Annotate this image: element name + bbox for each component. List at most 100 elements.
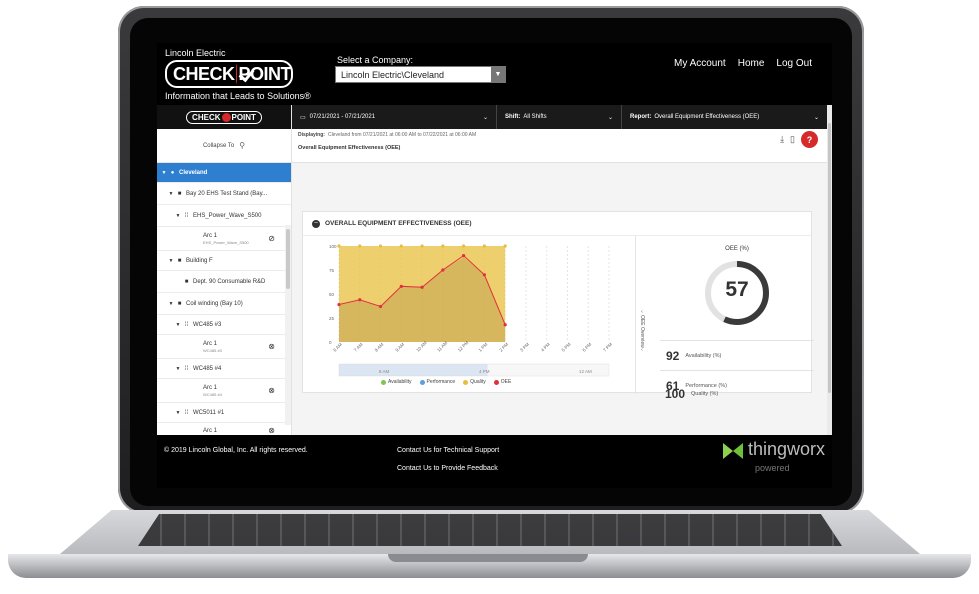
shift-value: All Shifts [523,114,547,120]
download-icon[interactable]: ⤓ [780,134,784,145]
tree-item-wc485-3[interactable]: ▼ ⁞⁞ WC485 #3 [157,315,291,335]
caret-down-icon[interactable]: ▼ [167,191,175,197]
report-select[interactable]: Report: Overall Equipment Effectiveness … [622,105,827,129]
chevron-down-icon: ⌄ [607,114,613,121]
shift-label: Shift: [505,114,521,120]
caret-down-icon[interactable]: ▼ [174,410,182,416]
help-icon[interactable]: ? [801,131,818,148]
chevron-down-icon[interactable]: ▼ [491,67,505,82]
copyright: © 2019 Lincoln Global, Inc. All rights r… [164,447,308,454]
tree-item-coil-winding[interactable]: ▼ ■ Coil winding (Bay 10) [157,293,291,315]
folder-icon: ■ [184,278,189,285]
tree-item-building-f[interactable]: ▼ ■ Building F [157,251,291,271]
tree-item-wc485-4[interactable]: ▼ ⁞⁞ WC485 #4 [157,359,291,379]
machine-icon: ⁞⁞ [184,365,189,372]
tree-item-wc5011-1[interactable]: ▼ ⁞⁞ WC5011 #1 [157,403,291,423]
bookmark-icon[interactable]: ▯ [790,134,795,145]
chevron-left-icon: ‹ [641,347,643,354]
sidebar: CHECK POINT Collapse To ⚲ ▼ ● Cleveland … [157,105,292,439]
x-tick-label: 4 PM [540,342,551,353]
laptop-notch [388,554,588,562]
tree-item-arc-1[interactable]: Arc 1 EHS_Power_Wave_S500 ⊘ [157,227,291,251]
sidebar-scroll-thumb[interactable] [286,229,290,289]
tree-label: Dept. 90 Consumable R&D [193,278,266,285]
x-tick-label: 7 PM [602,342,613,353]
location-tree: ▼ ● Cleveland ▼ ■ Bay 20 EHS Test Stand … [157,163,291,439]
company-label: Select a Company: [337,55,414,65]
tree-item-dept-90[interactable]: ■ Dept. 90 Consumable R&D [157,271,291,293]
calendar-icon: ▭ [300,114,306,121]
tree-sublabel: WC485 #4 [203,391,222,397]
main-scroll-thumb[interactable] [828,123,831,393]
top-nav: My Account Home Log Out [674,58,812,69]
log-out-link[interactable]: Log Out [776,58,812,69]
y-tick-label: 25 [329,316,335,321]
sidebar-logo-bar: CHECK POINT [157,105,291,129]
legend-swatch [381,379,386,385]
tree-label: Arc 1 [203,232,218,239]
collapse-to-control[interactable]: Collapse To ⚲ [157,129,291,163]
thingworx-name: thingworx [748,439,826,459]
logo-text-left: CHECK [173,63,235,84]
tree-item-cleveland[interactable]: ▼ ● Cleveland [157,163,291,183]
folder-icon: ■ [177,300,182,307]
tree-item-arc-1[interactable]: Arc 1 WC485 #3 ⊗ [157,335,291,359]
checkpoint-logo[interactable]: CHECK POINT [165,60,293,88]
feedback-link[interactable]: Contact Us to Provide Feedback [397,465,498,472]
legend-label: Quality [470,379,486,385]
legend-item[interactable]: OEE [493,379,511,385]
caret-down-icon[interactable]: ▼ [174,322,182,328]
caret-down-icon[interactable]: ▼ [167,258,175,264]
my-account-link[interactable]: My Account [674,58,726,69]
oee-point [441,268,445,272]
caret-down-icon[interactable]: ▼ [174,213,182,219]
x-tick-label: 6 PM [581,342,592,353]
quality-point [337,244,341,248]
thingworx-sub: powered [755,463,790,473]
laptop-keyboard [138,514,842,546]
error-circle-icon: ⊗ [268,342,275,351]
oee-point [503,323,507,327]
tree-label: Arc 1 [203,384,218,391]
x-tick-label: 6 AM [332,342,343,353]
tree-label: WC485 #3 [193,321,222,328]
shift-select[interactable]: Shift: All Shifts ⌄ [497,105,622,129]
collapse-icon[interactable]: − [312,219,320,228]
sidebar-logo-right: POINT [231,112,256,122]
x-tick-label: 1 PM [478,342,489,353]
checkmark-icon [235,64,238,84]
displaying-label: Displaying: [298,132,325,138]
check-circle-icon: ⊘ [268,234,275,243]
legend-item[interactable]: Availability [381,379,412,385]
legend-item[interactable]: Performance [419,379,455,385]
sidebar-logo-left: CHECK [192,112,221,122]
caret-down-icon[interactable]: ▼ [160,170,168,176]
tree-label: Cleveland [179,169,208,176]
machine-icon: ⁞⁞ [184,321,189,328]
oee-overview-tab[interactable]: ‹ OEE Overview ‹ [636,296,648,366]
x-tick-label: 2 PM [498,342,509,353]
tree-label: WC5011 #1 [193,409,225,416]
metric-value: 92 [666,348,680,363]
gauge-value: 57 [725,278,749,301]
sidebar-logo: CHECK POINT [186,110,262,124]
legend-item[interactable]: Quality [463,379,486,385]
navigator-selection [339,364,488,376]
caret-down-icon[interactable]: ▼ [167,301,175,307]
oee-summary-panel: ‹ OEE Overview ‹ OEE (%) 57 92 Availabil… [635,236,814,394]
quality-point [358,244,362,248]
company-value: Lincoln Electric\Cleveland [341,69,445,80]
oee-point [420,285,424,289]
tree-item-arc-1[interactable]: Arc 1 WC485 #4 ⊗ [157,379,291,403]
tree-label: Arc 1 [203,340,218,347]
date-range-select[interactable]: ▭ 07/21/2021 - 07/21/2021 ⌄ [292,105,497,129]
tree-item-bay-20[interactable]: ▼ ■ Bay 20 EHS Test Stand (Bay... [157,183,291,205]
home-link[interactable]: Home [738,58,765,69]
technical-support-link[interactable]: Contact Us for Technical Support [397,447,499,454]
caret-down-icon[interactable]: ▼ [174,366,182,372]
tree-item-ehs-power-wave[interactable]: ▼ ⁞⁞ EHS_Power_Wave_S500 [157,205,291,227]
filter-icon[interactable]: ⚲ [239,141,245,150]
error-circle-icon: ⊗ [268,426,275,435]
machine-icon: ⁞⁞ [184,212,189,219]
company-select[interactable]: Lincoln Electric\Cleveland ▼ [335,66,506,83]
